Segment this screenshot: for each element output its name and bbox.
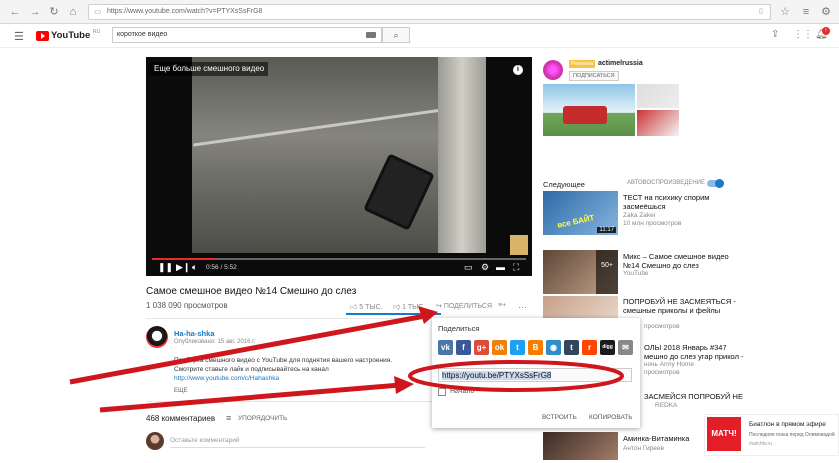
annotation-arrow-head-share	[418, 306, 438, 324]
annotation-overlay	[69, 306, 624, 413]
annotation-ellipse-link	[408, 360, 624, 392]
annotation-arrow-to-share	[69, 313, 426, 385]
annotation-arrow-to-link	[99, 382, 401, 413]
